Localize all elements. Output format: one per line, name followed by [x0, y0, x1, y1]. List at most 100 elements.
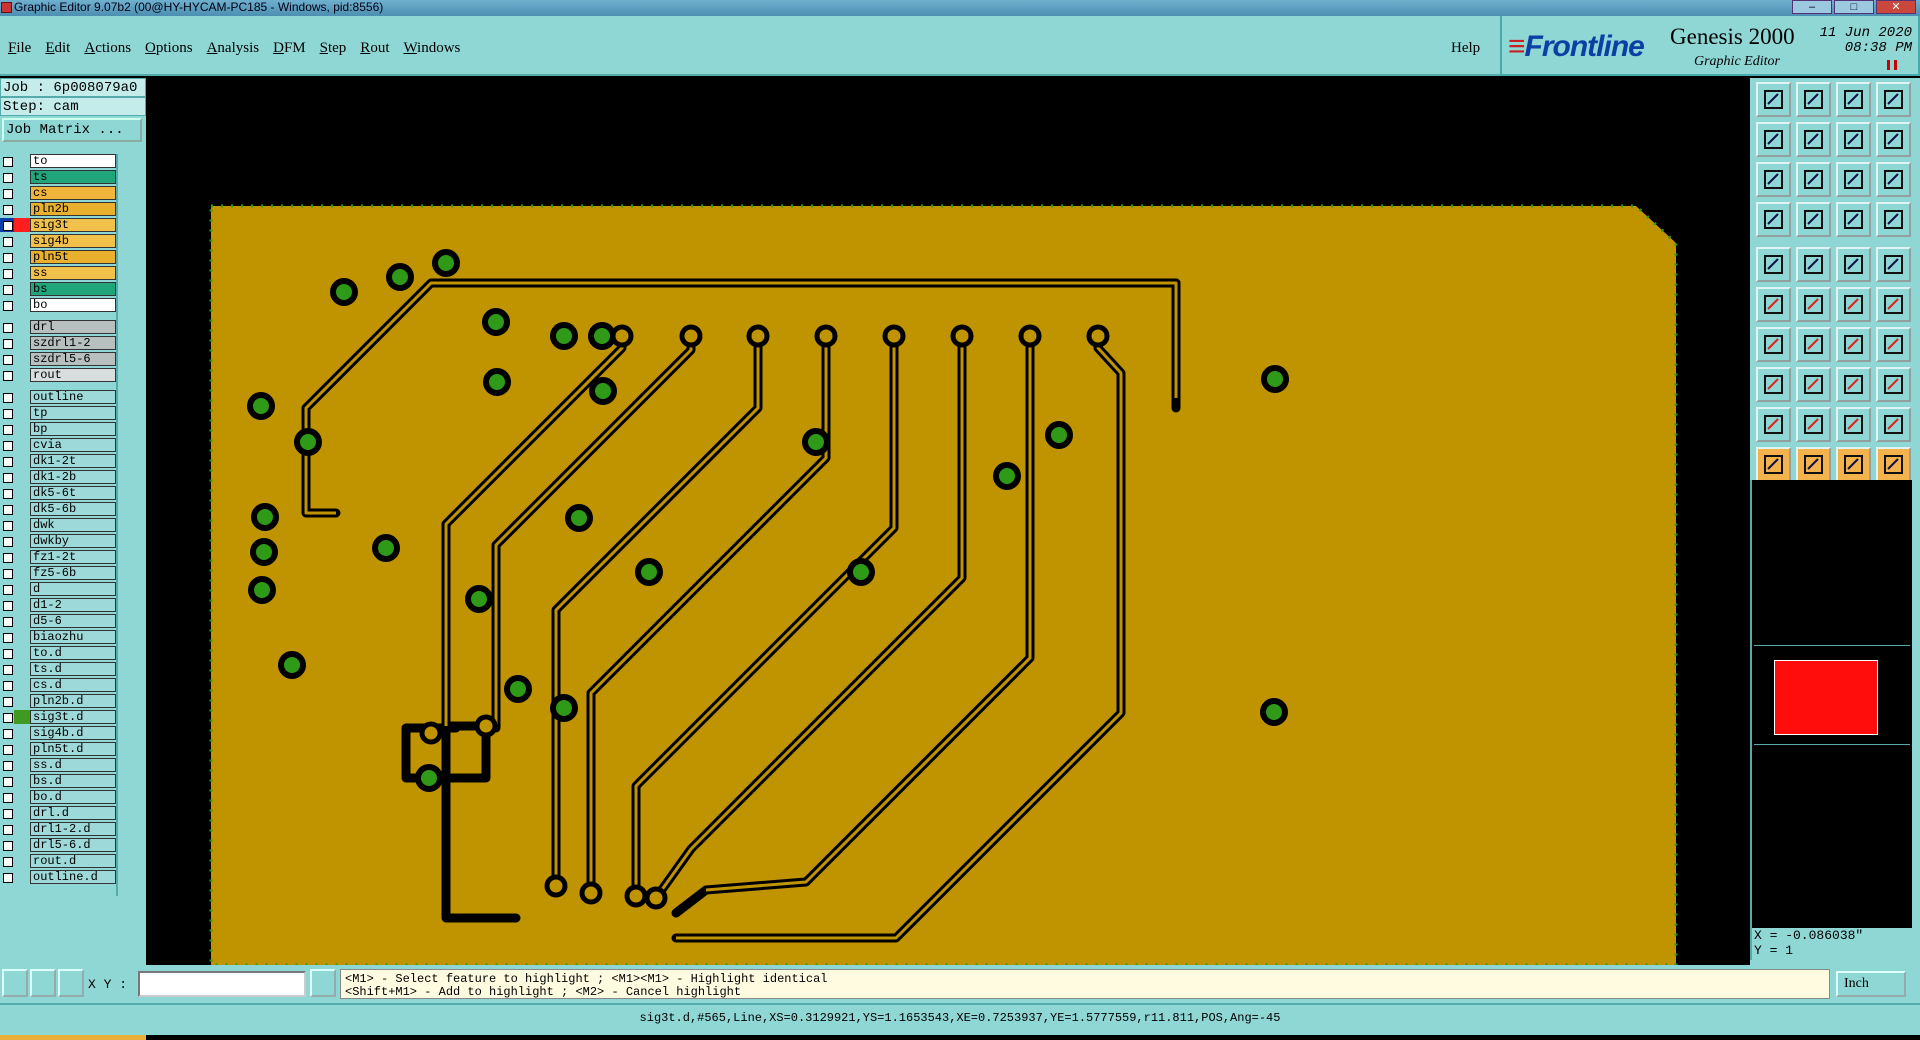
layer-checkbox[interactable] — [0, 518, 14, 532]
layer-checkbox[interactable] — [0, 186, 14, 200]
layer-color-swatch[interactable] — [14, 486, 30, 500]
layer-name[interactable]: drl5-6.d — [30, 838, 116, 852]
layer-row-pln2b.d[interactable]: pln2b.d — [0, 694, 116, 708]
menu-actions[interactable]: Actions — [84, 40, 131, 57]
connect-icon[interactable] — [1756, 367, 1791, 402]
layer-checkbox[interactable] — [0, 368, 14, 382]
link-icon[interactable] — [1836, 287, 1871, 322]
layer-checkbox[interactable] — [0, 758, 14, 772]
edit-icon[interactable] — [1836, 447, 1871, 482]
layer-row-dk5-6b[interactable]: dk5-6b — [0, 502, 116, 516]
layer-name[interactable]: to — [30, 154, 116, 168]
layer-checkbox[interactable] — [0, 582, 14, 596]
layer-name[interactable]: bo.d — [30, 790, 116, 804]
menu-step[interactable]: Step — [320, 40, 347, 57]
zoom-home-icon[interactable] — [1756, 82, 1791, 117]
layer-name[interactable]: d — [30, 582, 116, 596]
layer-row-rout[interactable]: rout — [0, 368, 116, 382]
layer-name[interactable]: bo — [30, 298, 116, 312]
align-icon[interactable] — [1836, 367, 1871, 402]
layer-row-sig3t[interactable]: sig3t — [0, 218, 116, 232]
layer-color-swatch[interactable] — [14, 870, 30, 884]
select-icon[interactable] — [1796, 447, 1831, 482]
layer-checkbox[interactable] — [0, 790, 14, 804]
menu-dfm[interactable]: DFM — [273, 40, 306, 57]
layer-name[interactable]: bp — [30, 422, 116, 436]
line-icon[interactable] — [1796, 327, 1831, 362]
layer-checkbox[interactable] — [0, 406, 14, 420]
layer-color-swatch[interactable] — [14, 774, 30, 788]
layer-name[interactable]: outline — [30, 390, 116, 404]
layer-checkbox[interactable] — [0, 646, 14, 660]
layer-color-swatch[interactable] — [14, 202, 30, 216]
layer-row-sig4b[interactable]: sig4b — [0, 234, 116, 248]
layer-name[interactable]: dk5-6b — [30, 502, 116, 516]
ruler-icon[interactable] — [1836, 247, 1871, 282]
layer-color-swatch[interactable] — [14, 838, 30, 852]
triangle-b-icon[interactable] — [1796, 407, 1831, 442]
multi-select-icon[interactable] — [1876, 447, 1911, 482]
layer-checkbox[interactable] — [0, 154, 14, 168]
measure-icon[interactable] — [1756, 202, 1791, 237]
help-icon[interactable] — [1876, 162, 1911, 197]
layer-row-bp[interactable]: bp — [0, 422, 116, 436]
shift-icon[interactable] — [1876, 327, 1911, 362]
layer-color-swatch[interactable] — [14, 502, 30, 516]
layer-color-swatch[interactable] — [14, 266, 30, 280]
layer-row-drl[interactable]: drl — [0, 320, 116, 334]
info-icon[interactable] — [310, 969, 336, 997]
layer-color-swatch[interactable] — [14, 582, 30, 596]
layer-name[interactable]: d5-6 — [30, 614, 116, 628]
layer-checkbox[interactable] — [0, 170, 14, 184]
overview-map[interactable] — [1750, 480, 1912, 960]
layer-row-pln2b[interactable]: pln2b — [0, 202, 116, 216]
layer-checkbox[interactable] — [0, 614, 14, 628]
layer-color-swatch[interactable] — [14, 822, 30, 836]
layer-row-biaozhu[interactable]: biaozhu — [0, 630, 116, 644]
layer-name[interactable]: pln5t.d — [30, 742, 116, 756]
triangle-a-icon[interactable] — [1756, 407, 1791, 442]
layer-checkbox[interactable] — [0, 454, 14, 468]
layer-name[interactable]: cs — [30, 186, 116, 200]
layer-color-swatch[interactable] — [14, 550, 30, 564]
layer-color-swatch[interactable] — [14, 422, 30, 436]
grid-icon[interactable] — [1796, 202, 1831, 237]
cut-icon[interactable] — [1796, 367, 1831, 402]
layer-row-drl5-6.d[interactable]: drl5-6.d — [0, 838, 116, 852]
menu-analysis[interactable]: Analysis — [207, 40, 260, 57]
layer-name[interactable]: szdrl1-2 — [30, 336, 116, 350]
layer-color-swatch[interactable] — [14, 646, 30, 660]
layer-name[interactable]: bs.d — [30, 774, 116, 788]
layer-checkbox[interactable] — [0, 726, 14, 740]
layer-color-swatch[interactable] — [14, 438, 30, 452]
home-icon[interactable] — [1836, 82, 1871, 117]
layer-color-swatch[interactable] — [14, 390, 30, 404]
shape-icon[interactable] — [1796, 247, 1831, 282]
layer-checkbox[interactable] — [0, 438, 14, 452]
layer-name[interactable]: tp — [30, 406, 116, 420]
layer-color-swatch[interactable] — [14, 694, 30, 708]
pause-icon[interactable] — [1887, 60, 1897, 70]
layer-checkbox[interactable] — [0, 486, 14, 500]
layer-color-swatch[interactable] — [14, 758, 30, 772]
layer-checkbox[interactable] — [0, 662, 14, 676]
layer-color-swatch[interactable] — [14, 630, 30, 644]
layer-checkbox[interactable] — [0, 598, 14, 612]
menu-windows[interactable]: Windows — [403, 40, 460, 57]
layer-name[interactable]: fz1-2t — [30, 550, 116, 564]
layer-checkbox[interactable] — [0, 838, 14, 852]
layer-color-swatch[interactable] — [14, 154, 30, 168]
layer-row-fz1-2t[interactable]: fz1-2t — [0, 550, 116, 564]
pan-left-icon[interactable] — [1756, 122, 1791, 157]
layer-color-swatch[interactable] — [14, 170, 30, 184]
grid-icon[interactable] — [58, 969, 84, 997]
layer-row-dk1-2b[interactable]: dk1-2b — [0, 470, 116, 484]
layer-name[interactable]: dk5-6t — [30, 486, 116, 500]
layer-row-bo.d[interactable]: bo.d — [0, 790, 116, 804]
layer-checkbox[interactable] — [0, 336, 14, 350]
layer-checkbox[interactable] — [0, 566, 14, 580]
layer-name[interactable]: ts — [30, 170, 116, 184]
minimize-button[interactable]: – — [1792, 0, 1832, 14]
layer-checkbox[interactable] — [0, 250, 14, 264]
layer-name[interactable]: ss — [30, 266, 116, 280]
